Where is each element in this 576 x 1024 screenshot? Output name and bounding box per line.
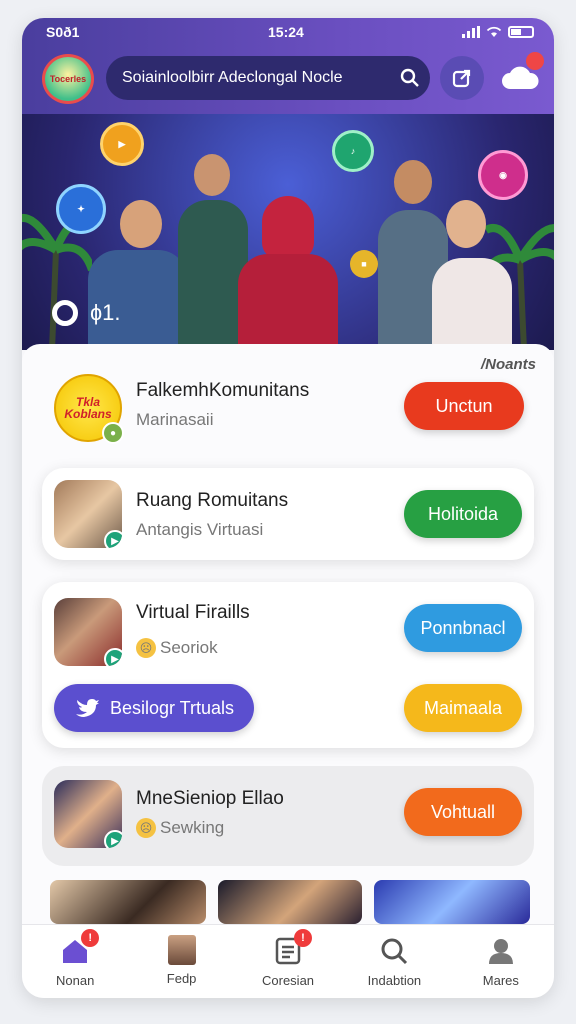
tab-home[interactable]: ! Nonan (22, 925, 128, 998)
hero-banner[interactable]: ▶ ✦ ♪ ◉ ■ ɸ1. (22, 114, 554, 350)
weather-button[interactable] (498, 52, 544, 100)
community-avatar: ▶ (54, 598, 122, 666)
list-item[interactable]: ▶ Virtual Firaills ☹ Seoriok Ponnbnacl Be… (42, 582, 534, 748)
bottom-nav: ! Nonan Fedp ! Coresian Indabtion Mares (22, 924, 554, 998)
card-title: MneSieniop Ellao (136, 788, 284, 809)
search-bar[interactable]: Soiainloolbirr Adeclongal Nocle (106, 56, 430, 100)
music-bubble-icon: ♪ (332, 130, 374, 172)
person-icon (485, 935, 517, 967)
wifi-icon (486, 26, 502, 37)
card-title: Ruang Romuitans (136, 490, 289, 511)
status-icons (462, 26, 534, 38)
game-bubble-icon: ▶ (100, 122, 144, 166)
avatar-text: Tkla Koblans (64, 395, 112, 421)
tab-label: Indabtion (367, 973, 422, 988)
logo-text: Tocerles (49, 74, 87, 84)
person-5 (418, 200, 518, 350)
app-logo[interactable]: Tocerles (42, 54, 94, 104)
card-title: Virtual Firaills (136, 602, 250, 623)
tab-search[interactable]: Indabtion (341, 925, 447, 998)
top-bar: S0ð1 15:24 Tocerles Soiainloolbirr Adecl… (22, 18, 554, 114)
tab-label: Coresian (262, 973, 315, 988)
search-icon (378, 935, 410, 967)
emoji-icon: ☹ (136, 638, 156, 658)
card-subtitle: Marinasaii (136, 410, 214, 429)
tab-label: Fedp (166, 971, 197, 986)
secondary-action-button[interactable]: Maimaala (404, 684, 522, 732)
twitter-share-label: Besilogr Trtuals (109, 697, 235, 718)
action-button[interactable]: Vohtuall (404, 788, 522, 836)
action-button[interactable]: Holitoida (404, 490, 522, 538)
person-3-hijab (232, 190, 342, 350)
hero-control-text: ɸ1. (90, 300, 121, 325)
emoji-icon: ☹ (136, 818, 156, 838)
bird-icon (75, 699, 99, 717)
tab-content[interactable]: ! Coresian (235, 925, 341, 998)
search-icon[interactable] (390, 58, 430, 98)
twitter-share-button[interactable]: Besilogr Trtuals (54, 684, 254, 732)
community-avatar: ▶ (54, 780, 122, 848)
notification-dot (526, 52, 544, 70)
badge-icon: ● (102, 422, 124, 444)
battery-icon (508, 26, 534, 38)
profile-photo-icon (167, 935, 196, 965)
app-screen: S0ð1 15:24 Tocerles Soiainloolbirr Adecl… (22, 18, 554, 998)
community-avatar: ▶ (54, 480, 122, 548)
action-button[interactable]: Ponnbnacl (404, 604, 522, 652)
carrier-label: S0ð1 (46, 24, 80, 40)
list-item[interactable]: ▶ Ruang Romuitans Antangis Virtuasi Holi… (42, 468, 534, 560)
card-subtitle: ☹ Sewking (136, 818, 224, 838)
home-icon: ! (59, 929, 100, 967)
list-item[interactable]: ▶ MneSieniop Ellao ☹ Sewking Vohtuall (42, 766, 534, 866)
hero-controls[interactable]: ɸ1. (52, 300, 120, 326)
play-icon: ▶ (104, 648, 122, 666)
thumbnail[interactable] (374, 880, 530, 924)
community-avatar: Tkla Koblans ● (54, 374, 124, 444)
status-bar: S0ð1 15:24 (22, 18, 554, 48)
tab-more[interactable]: Mares (448, 925, 554, 998)
signal-icon (462, 26, 480, 38)
gamepad-bubble-icon: ◉ (478, 150, 528, 200)
tab-badge: ! (81, 929, 100, 947)
card-title: FalkemhKomunitans (136, 380, 310, 401)
community-list: /Noants Tkla Koblans ● FalkemhKomunitans… (22, 344, 554, 924)
play-icon: ▶ (104, 530, 122, 548)
tab-feed[interactable]: Fedp (128, 925, 234, 998)
card-subtitle: ☹ Seoriok (136, 638, 218, 658)
document-icon: ! (272, 929, 313, 967)
tab-label: Mares (482, 973, 519, 988)
thumbnail[interactable] (50, 880, 206, 924)
card-subtitle: Antangis Virtuasi (136, 520, 264, 539)
share-button[interactable] (440, 56, 484, 100)
thumbnail-strip (50, 880, 554, 924)
tab-label: Nonan (56, 973, 95, 988)
clock: 15:24 (268, 24, 304, 40)
list-item[interactable]: Tkla Koblans ● FalkemhKomunitans Marinas… (42, 364, 534, 454)
tab-badge: ! (294, 929, 313, 947)
play-icon: ▶ (104, 830, 122, 848)
join-button[interactable]: Unctun (404, 382, 524, 430)
share-icon (452, 69, 471, 88)
location-pin-icon[interactable] (52, 300, 78, 326)
thumbnail[interactable] (218, 880, 362, 924)
search-input[interactable]: Soiainloolbirr Adeclongal Nocle (122, 69, 390, 87)
